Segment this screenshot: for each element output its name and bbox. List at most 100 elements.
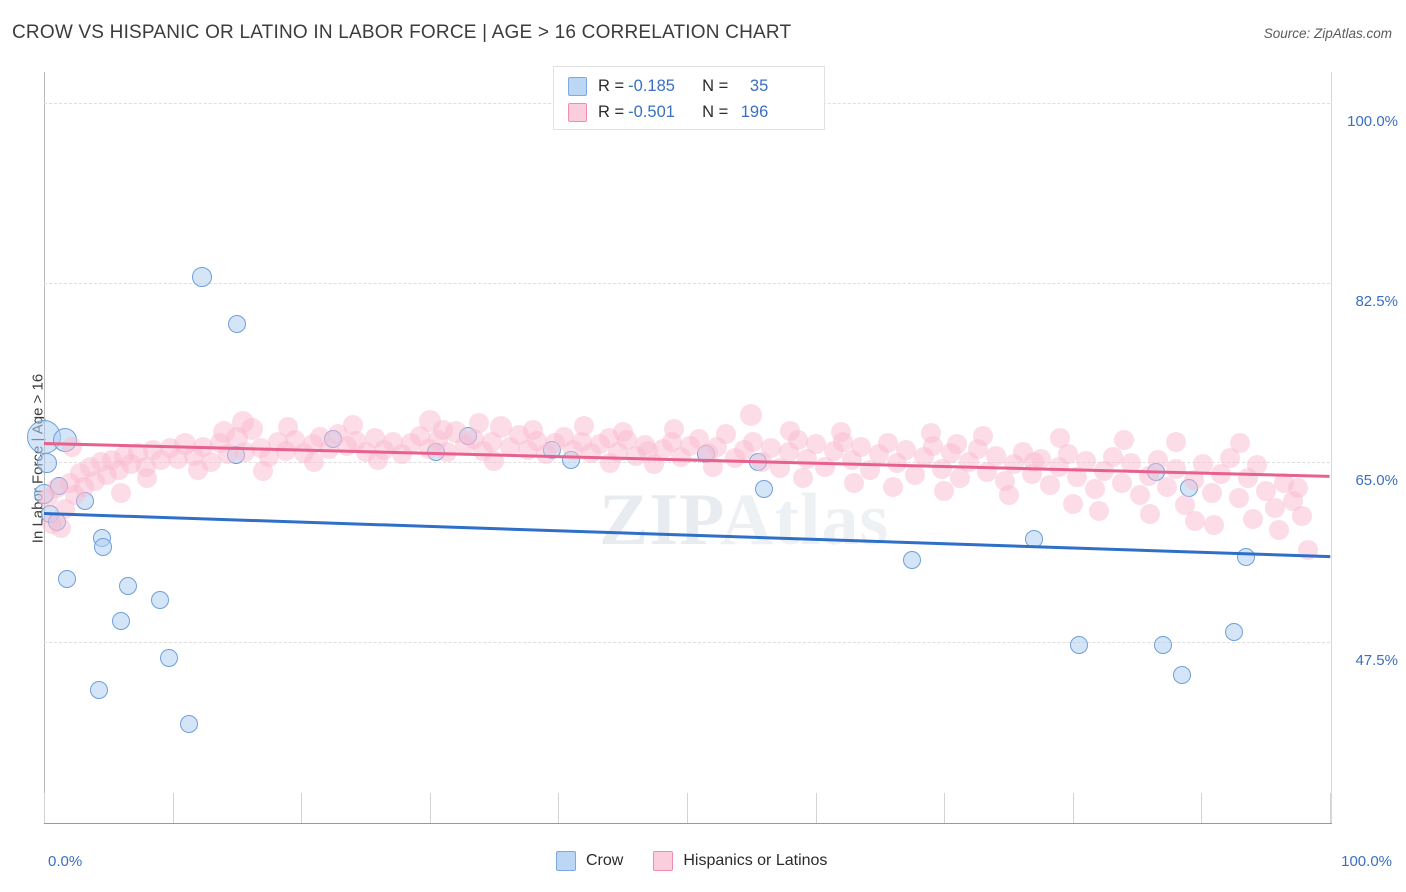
scatter-point[interactable] — [1114, 429, 1135, 450]
scatter-point[interactable] — [1224, 622, 1243, 641]
scatter-point[interactable] — [112, 611, 131, 630]
scatter-point[interactable] — [740, 404, 763, 427]
scatter-point[interactable] — [111, 483, 132, 504]
scatter-point[interactable] — [998, 485, 1019, 506]
scatter-point[interactable] — [904, 464, 925, 485]
scatter-point[interactable] — [1129, 485, 1150, 506]
scatter-point[interactable] — [1153, 636, 1172, 655]
scatter-point[interactable] — [664, 418, 685, 439]
legend-hispanic-label: Hispanics or Latinos — [683, 852, 828, 869]
x-axis-tick — [1072, 793, 1074, 823]
scatter-point[interactable] — [1147, 450, 1168, 471]
scatter-point[interactable] — [779, 420, 800, 441]
scatter-point[interactable] — [1204, 515, 1225, 536]
scatter-point[interactable] — [304, 452, 325, 473]
gridline — [44, 282, 1330, 284]
scatter-point[interactable] — [877, 432, 898, 453]
scatter-point[interactable] — [1184, 510, 1205, 531]
x-axis-tick — [1201, 793, 1203, 823]
scatter-point[interactable] — [1111, 472, 1132, 493]
gridline — [44, 642, 1330, 644]
scatter-point[interactable] — [792, 467, 813, 488]
scatter-point[interactable] — [1229, 432, 1250, 453]
scatter-point[interactable] — [227, 314, 246, 333]
scatter-point[interactable] — [1049, 427, 1070, 448]
scatter-point[interactable] — [522, 419, 543, 440]
scatter-point[interactable] — [850, 437, 871, 457]
correlation-chart: CROW VS HISPANIC OR LATINO IN LABOR FORC… — [0, 0, 1406, 892]
hispanic-swatch-icon — [568, 102, 587, 122]
scatter-point[interactable] — [468, 413, 489, 434]
scatter-point[interactable] — [715, 423, 736, 444]
scatter-point[interactable] — [342, 415, 363, 436]
hispanic-n-value: 196 — [740, 102, 769, 121]
scatter-point[interactable] — [1237, 547, 1256, 566]
scatter-point[interactable] — [1173, 666, 1192, 685]
scatter-point[interactable] — [903, 551, 922, 569]
scatter-point[interactable] — [895, 440, 916, 461]
scatter-point[interactable] — [742, 431, 763, 452]
scatter-point[interactable] — [1268, 520, 1289, 541]
hispanic-r-value: -0.501 — [628, 102, 675, 121]
legend-item-crow[interactable]: Crow — [556, 851, 623, 871]
scatter-point[interactable] — [1287, 478, 1308, 499]
scatter-point[interactable] — [1165, 458, 1186, 479]
scatter-point[interactable] — [1165, 431, 1186, 452]
scatter-point[interactable] — [934, 481, 955, 502]
scatter-point[interactable] — [62, 437, 83, 457]
scatter-point[interactable] — [844, 472, 865, 493]
scatter-point[interactable] — [1242, 508, 1263, 529]
scatter-point[interactable] — [1228, 488, 1249, 509]
x-axis-tick — [429, 793, 431, 823]
scatter-point[interactable] — [252, 460, 273, 481]
scatter-point[interactable] — [1201, 483, 1222, 504]
scatter-point[interactable] — [90, 681, 109, 700]
scatter-point[interactable] — [831, 421, 852, 442]
y-axis-tick-label: 100.0% — [1347, 112, 1398, 130]
scatter-point[interactable] — [192, 267, 213, 288]
scatter-point[interactable] — [1062, 493, 1083, 514]
x-axis-max-label: 100.0% — [1341, 853, 1392, 870]
scatter-point[interactable] — [1070, 636, 1089, 655]
scatter-point[interactable] — [1102, 447, 1123, 468]
crow-swatch-icon — [568, 76, 587, 96]
source-attribution: Source: ZipAtlas.com — [1263, 26, 1392, 41]
scatter-point[interactable] — [50, 518, 71, 539]
page-title: CROW VS HISPANIC OR LATINO IN LABOR FORC… — [12, 22, 792, 43]
legend-item-hispanic[interactable]: Hispanics or Latinos — [653, 851, 827, 871]
scatter-point[interactable] — [612, 421, 633, 442]
scatter-point[interactable] — [985, 446, 1006, 467]
legend-crow-label: Crow — [586, 852, 624, 869]
scatter-point[interactable] — [159, 648, 178, 667]
scatter-point[interactable] — [36, 453, 57, 474]
scatter-point[interactable] — [432, 419, 453, 440]
scatter-point[interactable] — [574, 416, 595, 437]
x-axis-tick — [172, 793, 174, 823]
stats-row-hispanic: R = -0.501 N = 196 — [568, 99, 814, 125]
scatter-point[interactable] — [94, 537, 113, 556]
scatter-point[interactable] — [58, 569, 77, 588]
scatter-point[interactable] — [805, 433, 826, 454]
scatter-point[interactable] — [150, 591, 169, 610]
scatter-point[interactable] — [755, 480, 774, 499]
scatter-point[interactable] — [921, 422, 942, 443]
scatter-point[interactable] — [1039, 475, 1060, 495]
scatter-point[interactable] — [188, 459, 209, 480]
scatter-point[interactable] — [1139, 503, 1160, 524]
scatter-point[interactable] — [1088, 500, 1109, 521]
scatter-point[interactable] — [972, 425, 993, 446]
scatter-point[interactable] — [1291, 505, 1312, 526]
scatter-point[interactable] — [1156, 477, 1177, 498]
hispanic-n-label: N = — [702, 102, 729, 121]
scatter-point[interactable] — [1084, 479, 1105, 500]
scatter-point[interactable] — [1264, 497, 1285, 518]
scatter-point[interactable] — [180, 715, 199, 734]
x-axis-tick — [944, 793, 946, 823]
scatter-point[interactable] — [118, 576, 137, 595]
scatter-point[interactable] — [213, 420, 236, 443]
scatter-point[interactable] — [882, 477, 903, 498]
watermark-atlas: Atlas — [719, 479, 890, 561]
scatter-point[interactable] — [947, 433, 968, 454]
scatter-point[interactable] — [760, 438, 781, 459]
scatter-point[interactable] — [136, 467, 157, 488]
